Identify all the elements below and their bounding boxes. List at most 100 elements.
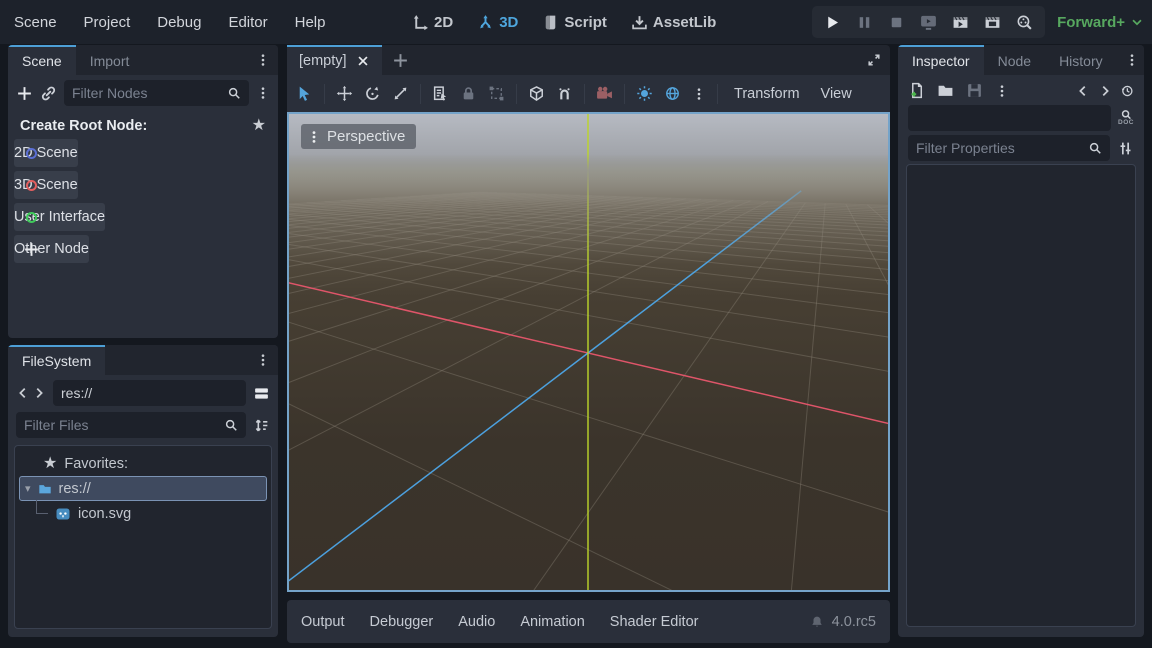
movie-maker-button[interactable] (1016, 14, 1033, 31)
tree-row-res[interactable]: ▾ res:// (19, 476, 267, 501)
bottom-tab-debugger[interactable]: Debugger (370, 614, 434, 630)
menu-help[interactable]: Help (295, 14, 326, 31)
transform-menu[interactable]: Transform (729, 86, 805, 102)
create-user-interface-button[interactable]: User Interface (14, 203, 105, 231)
create-other-node-button[interactable]: Other Node (14, 235, 89, 263)
tab-inspector[interactable]: Inspector (898, 45, 984, 75)
tab-filesystem[interactable]: FileSystem (8, 345, 105, 375)
new-resource-button[interactable] (908, 82, 925, 99)
pause-button[interactable] (856, 14, 873, 31)
play-button[interactable] (824, 14, 841, 31)
cube-icon (528, 85, 545, 102)
tab-scene[interactable]: Scene (8, 45, 76, 75)
toggle-sun-button[interactable] (636, 85, 653, 102)
menu-editor[interactable]: Editor (228, 14, 267, 31)
new-scene-tab-button[interactable] (382, 45, 419, 75)
ungroup-selected-button[interactable] (488, 85, 505, 102)
instance-scene-button[interactable] (40, 85, 57, 102)
tab-node[interactable]: Node (984, 45, 1045, 75)
history-back-button[interactable] (16, 386, 30, 400)
stop-button[interactable] (888, 14, 905, 31)
bottom-tab-shader-editor[interactable]: Shader Editor (610, 614, 699, 630)
doc-search-label: DOC (1118, 120, 1134, 127)
filesystem-dock-menu-button[interactable] (248, 345, 278, 375)
inspector-properties-area[interactable] (906, 164, 1136, 627)
favorites-star-icon[interactable]: ★ (252, 118, 266, 134)
scale-mode-button[interactable] (392, 85, 409, 102)
chevron-expand-icon[interactable]: ▾ (25, 482, 31, 495)
workspace-tab-3d[interactable]: 3D (477, 14, 518, 31)
scene-tab-bar: [empty] (287, 45, 890, 75)
local-space-button[interactable] (528, 85, 545, 102)
bottom-tab-output[interactable]: Output (301, 614, 345, 630)
select-mode-button[interactable] (296, 85, 313, 102)
save-resource-button[interactable] (966, 82, 983, 99)
resource-menu-button[interactable] (995, 84, 1009, 98)
perspective-menu[interactable]: Perspective (301, 124, 416, 149)
filesystem-nav-row: res:// (8, 375, 278, 411)
object-history-button[interactable] (1120, 84, 1134, 98)
play-scene-icon (952, 14, 969, 31)
close-icon[interactable] (356, 54, 370, 68)
tab-import[interactable]: Import (76, 45, 144, 75)
bottom-tab-audio[interactable]: Audio (458, 614, 495, 630)
lock-selected-button[interactable] (460, 85, 477, 102)
filter-files-placeholder: Filter Files (24, 417, 218, 433)
move-mode-button[interactable] (336, 85, 353, 102)
notification-bell-icon[interactable] (810, 615, 824, 629)
history-forward-button[interactable] (32, 386, 46, 400)
chevron-left-icon (16, 386, 30, 400)
select-list-button[interactable] (432, 85, 449, 102)
filter-nodes-input[interactable]: Filter Nodes (64, 80, 249, 106)
viewport-3d-canvas[interactable] (289, 114, 888, 590)
pause-icon (856, 14, 873, 31)
file-sort-button[interactable] (253, 417, 270, 434)
workspace-tab-script[interactable]: Script (542, 14, 607, 31)
open-docs-button[interactable]: DOC (1118, 109, 1134, 127)
load-resource-button[interactable] (937, 82, 954, 99)
viewport-3d[interactable]: Perspective (287, 112, 890, 592)
view-menu[interactable]: View (816, 86, 857, 102)
play-remote-button[interactable] (920, 14, 937, 31)
menu-debug[interactable]: Debug (157, 14, 201, 31)
menu-scene[interactable]: Scene (14, 14, 57, 31)
bottom-tab-animation[interactable]: Animation (520, 614, 584, 630)
edit-forward-button[interactable] (1098, 84, 1112, 98)
stop-icon (888, 14, 905, 31)
scene-tree-menu-button[interactable] (256, 86, 270, 100)
play-scene-button[interactable] (952, 14, 969, 31)
resource-name-field[interactable] (908, 105, 1111, 131)
current-path-field[interactable]: res:// (53, 380, 246, 406)
use-snap-button[interactable] (556, 85, 573, 102)
rotate-mode-button[interactable] (364, 85, 381, 102)
create-2d-scene-button[interactable]: 2D Scene (14, 139, 78, 167)
toggle-environment-button[interactable] (664, 85, 681, 102)
toggle-split-mode-button[interactable] (253, 385, 270, 402)
workspace-tab-assetlib[interactable]: AssetLib (631, 14, 716, 31)
create-3d-scene-button[interactable]: 3D Scene (14, 171, 78, 199)
menu-project[interactable]: Project (84, 14, 131, 31)
create-root-label: Create Root Node: (20, 118, 252, 134)
filter-properties-input[interactable]: Filter Properties (908, 135, 1110, 161)
playback-controls (812, 6, 1045, 38)
sun-environ-menu-button[interactable] (692, 87, 706, 101)
star-icon: ★ (43, 456, 57, 472)
inspector-dock-menu-button[interactable] (1117, 45, 1144, 75)
tab-history[interactable]: History (1045, 45, 1117, 75)
filter-properties-placeholder: Filter Properties (916, 140, 1082, 156)
workspace-tab-2d[interactable]: 2D (412, 14, 453, 31)
scene-tab-empty[interactable]: [empty] (287, 45, 382, 75)
distraction-free-button[interactable] (858, 45, 890, 75)
play-custom-scene-button[interactable] (984, 14, 1001, 31)
play-remote-icon (920, 14, 937, 31)
favorites-row[interactable]: ★ Favorites: (15, 451, 271, 476)
property-tools-button[interactable] (1117, 140, 1134, 157)
plus-icon (16, 85, 33, 102)
filter-files-input[interactable]: Filter Files (16, 412, 246, 438)
tree-row-icon-svg[interactable]: icon.svg (15, 501, 271, 526)
renderer-select[interactable]: Forward+ (1057, 14, 1144, 31)
edit-back-button[interactable] (1076, 84, 1090, 98)
scene-dock-menu-button[interactable] (248, 45, 278, 75)
preview-camera-button[interactable] (596, 85, 613, 102)
add-node-button[interactable] (16, 85, 33, 102)
